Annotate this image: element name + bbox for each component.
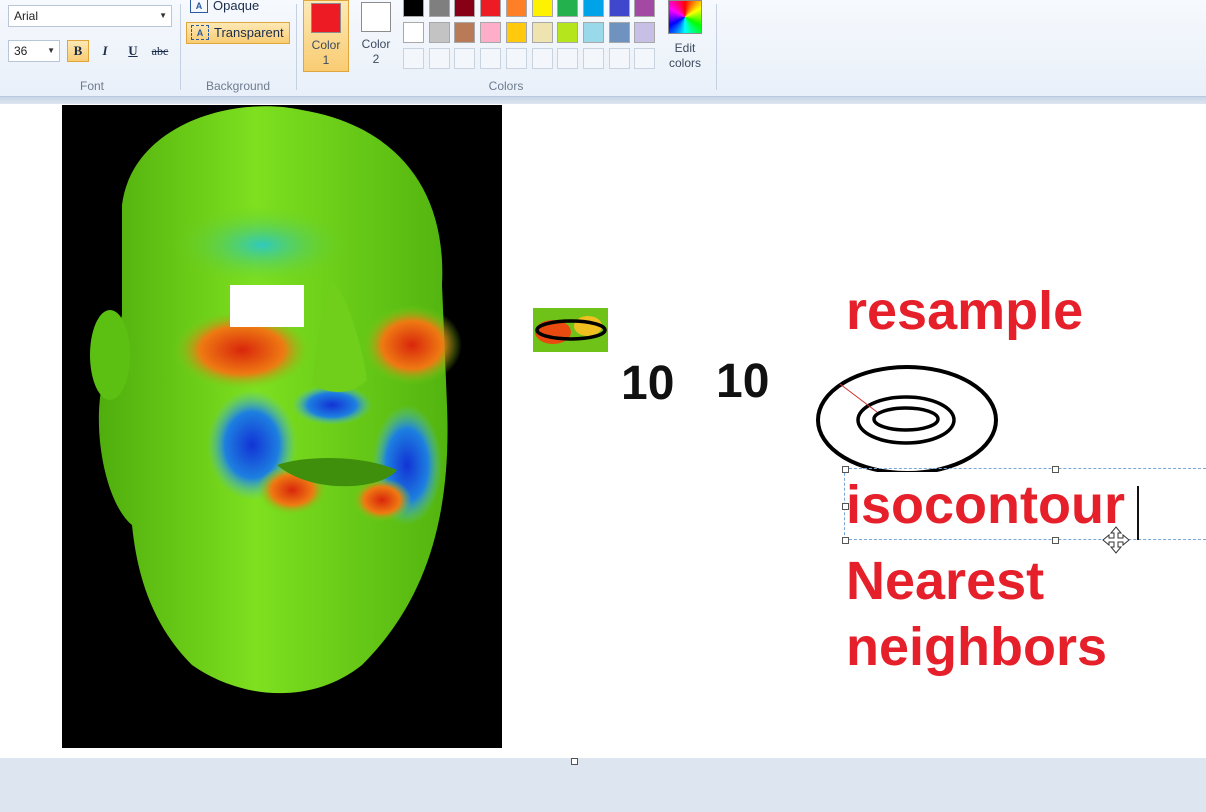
colors-group-label: Colors <box>488 79 524 93</box>
color2-swatch <box>361 2 391 32</box>
palette-color-cell[interactable] <box>480 0 502 17</box>
font-group-label: Font <box>79 79 104 93</box>
label-resample: resample <box>846 281 1084 341</box>
label-isocontour[interactable]: isocontour <box>846 474 1125 536</box>
color-spectrum-icon <box>668 0 702 34</box>
palette-empty-cell[interactable] <box>403 48 424 69</box>
selection-thumbnail[interactable] <box>533 308 608 352</box>
font-family-select[interactable]: Arial ▼ <box>8 5 172 27</box>
font-family-value: Arial <box>14 9 39 23</box>
edit-colors-label-1: Edit <box>674 41 696 55</box>
palette-empty-cell[interactable] <box>505 48 527 69</box>
font-size-value: 36 <box>14 44 28 58</box>
edit-colors-button[interactable]: Edit colors <box>664 0 706 71</box>
palette-color-cell[interactable] <box>582 22 604 43</box>
transparent-label: Transparent <box>214 25 284 40</box>
font-size-select[interactable]: 36 ▼ <box>8 40 60 62</box>
palette-empty-cell[interactable] <box>428 48 450 69</box>
palette-empty-cell[interactable] <box>531 48 553 69</box>
palette-empty-cell[interactable] <box>480 48 502 69</box>
color1-label: Color <box>311 38 341 52</box>
palette-empty-cell[interactable] <box>454 48 476 69</box>
palette-color-cell[interactable] <box>557 0 579 17</box>
color1-number: 1 <box>322 53 330 67</box>
underline-button[interactable]: U <box>122 40 144 62</box>
palette-empty-cell[interactable] <box>634 48 656 69</box>
ribbon-shadow <box>0 97 1206 104</box>
text-caret <box>1137 486 1139 540</box>
group-separator <box>296 4 297 90</box>
resize-handle[interactable] <box>842 466 849 473</box>
resize-handle[interactable] <box>1052 466 1059 473</box>
palette-empty-cell[interactable] <box>608 48 630 69</box>
palette-color-cell[interactable] <box>480 22 502 43</box>
color2-button[interactable]: Color 2 <box>353 0 399 72</box>
italic-button[interactable]: I <box>94 40 116 62</box>
label-nearest: Nearest <box>846 551 1045 611</box>
workspace-background <box>0 758 1206 812</box>
text-ten-1: 10 <box>621 357 675 410</box>
edit-colors-label-2: colors <box>668 56 701 70</box>
palette-color-cell[interactable] <box>531 0 553 17</box>
palette-color-cell[interactable] <box>403 22 424 43</box>
opaque-label: Opaque <box>213 0 260 13</box>
palette-color-cell[interactable] <box>454 22 476 43</box>
chevron-down-icon: ▼ <box>47 46 55 55</box>
palette-color-cell[interactable] <box>634 22 656 43</box>
bold-button[interactable]: B <box>67 40 89 62</box>
resize-handle[interactable] <box>842 537 849 544</box>
drawing-canvas[interactable]: 10 10 resample isocontour Nearest neighb… <box>0 104 1206 758</box>
palette-color-cell[interactable] <box>403 0 424 17</box>
label-neighbors: neighbors <box>846 617 1108 677</box>
ribbon: Arial ▼ 36 ▼ B I U abc Font A Opaque A T… <box>0 0 1206 97</box>
background-group-label: Background <box>205 79 271 93</box>
transparent-icon: A <box>191 25 209 40</box>
color2-number: 2 <box>372 52 380 66</box>
group-separator <box>716 4 717 90</box>
chevron-down-icon: ▼ <box>159 11 167 20</box>
palette-color-cell[interactable] <box>608 22 630 43</box>
palette-color-cell[interactable] <box>428 0 450 17</box>
palette-color-cell[interactable] <box>531 22 553 43</box>
palette-color-cell[interactable] <box>428 22 450 43</box>
color2-label: Color <box>361 37 391 51</box>
palette-color-cell[interactable] <box>454 0 476 17</box>
strikethrough-button[interactable]: abc <box>149 40 171 62</box>
group-separator <box>180 4 181 90</box>
transparent-button[interactable]: A Transparent <box>186 22 290 44</box>
palette-color-cell[interactable] <box>505 0 527 17</box>
palette-empty-cell[interactable] <box>557 48 579 69</box>
palette-color-cell[interactable] <box>608 0 630 17</box>
face-heatmap-image <box>62 105 502 748</box>
ear <box>90 310 130 400</box>
opaque-icon: A <box>190 0 208 13</box>
color1-button[interactable]: Color 1 <box>303 0 349 72</box>
resize-handle[interactable] <box>1052 537 1059 544</box>
move-cursor-icon <box>1102 526 1130 554</box>
palette-empty-cell[interactable] <box>582 48 604 69</box>
canvas-resize-handle[interactable] <box>571 758 578 765</box>
palette-color-cell[interactable] <box>582 0 604 17</box>
opaque-button[interactable]: A Opaque <box>186 0 290 18</box>
palette-color-cell[interactable] <box>505 22 527 43</box>
color1-swatch <box>311 3 341 33</box>
text-ten-2: 10 <box>716 355 770 408</box>
palette-color-cell[interactable] <box>557 22 579 43</box>
concentric-rings-drawing <box>816 365 998 472</box>
palette-color-cell[interactable] <box>634 0 656 17</box>
